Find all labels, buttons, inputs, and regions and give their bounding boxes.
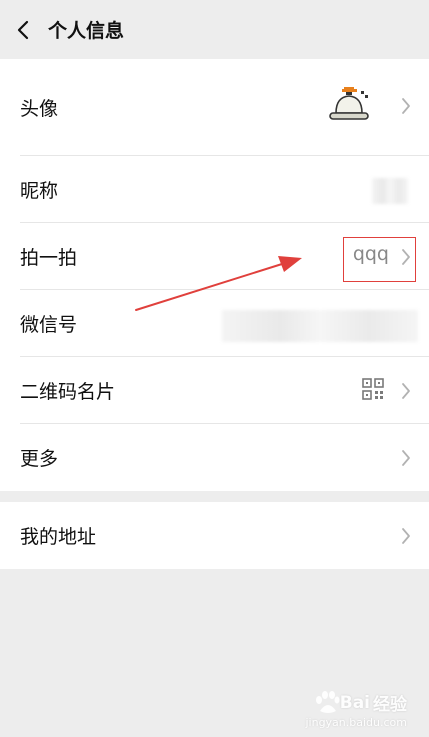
- qr-card-row[interactable]: 二维码名片: [0, 357, 429, 423]
- nav-bar: 个人信息: [0, 0, 429, 59]
- avatar-row[interactable]: 头像: [0, 59, 429, 155]
- paw-logo-icon: [315, 690, 340, 713]
- address-group: 我的地址: [0, 502, 429, 569]
- highlight-box: [343, 237, 416, 282]
- avatar[interactable]: [328, 85, 370, 125]
- nickname-row[interactable]: 昵称: [0, 156, 429, 222]
- wechat-id-row[interactable]: 微信号: [0, 290, 429, 356]
- pat-label: 拍一拍: [20, 247, 78, 269]
- qr-code-icon: [362, 378, 384, 400]
- back-button[interactable]: [0, 0, 46, 59]
- wechat-id-value-blurred: [222, 310, 418, 342]
- watermark-suffix: 经验: [373, 695, 407, 715]
- page-title: 个人信息: [48, 20, 125, 42]
- back-chevron-icon: [17, 20, 29, 39]
- avatar-label: 头像: [20, 97, 59, 120]
- chevron-right-icon: [402, 528, 410, 544]
- baidu-watermark: Bai 经验 jingyan.baidu.com: [305, 690, 407, 729]
- nickname-label: 昵称: [20, 180, 59, 202]
- watermark-sub: jingyan.baidu.com: [305, 716, 407, 729]
- wechat-id-label: 微信号: [20, 314, 78, 336]
- chevron-right-icon: [402, 383, 410, 399]
- address-label: 我的地址: [20, 526, 97, 548]
- nickname-value-blurred: [372, 178, 408, 204]
- more-label: 更多: [20, 448, 59, 470]
- watermark-text: Bai: [339, 692, 370, 713]
- chevron-right-icon: [402, 450, 410, 466]
- qr-card-label: 二维码名片: [20, 381, 116, 403]
- chevron-right-icon: [402, 98, 410, 114]
- more-row[interactable]: 更多: [0, 424, 429, 491]
- address-row[interactable]: 我的地址: [0, 502, 429, 569]
